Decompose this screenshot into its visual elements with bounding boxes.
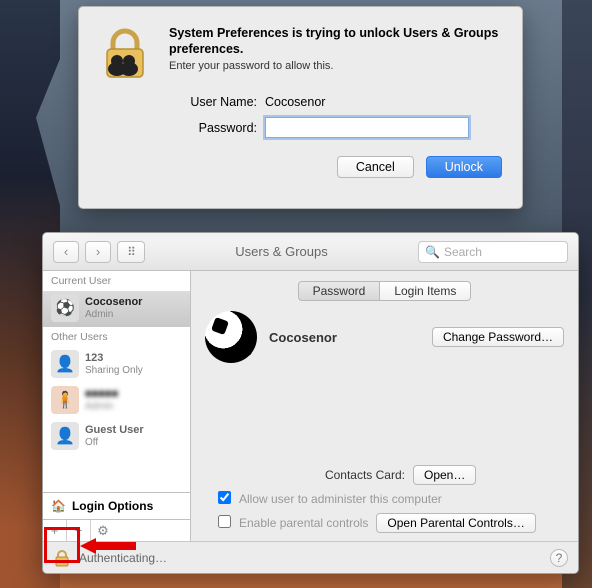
auth-subtitle: Enter your password to allow this. <box>169 60 502 72</box>
username-value: Cocosenor <box>265 95 325 109</box>
cancel-button[interactable]: Cancel <box>337 156 414 178</box>
user-role: Admin <box>85 309 142 321</box>
grid-icon: ⠿ <box>127 245 135 259</box>
annotation-arrow <box>80 536 140 556</box>
user-name: 123 <box>85 352 143 365</box>
auth-dialog: System Preferences is trying to unlock U… <box>78 6 523 209</box>
user-role: Off <box>85 437 144 449</box>
user-row-123[interactable]: 👤 123 Sharing Only <box>43 347 190 383</box>
profile-name: Cocosenor <box>269 330 337 345</box>
unlock-button[interactable]: Unlock <box>426 156 502 178</box>
other-users-header: Other Users <box>43 327 190 347</box>
password-label: Password: <box>97 121 265 135</box>
user-role: Sharing Only <box>85 365 143 377</box>
password-input[interactable] <box>265 117 469 138</box>
tab-login-items[interactable]: Login Items <box>380 281 471 301</box>
chevron-right-icon: › <box>96 244 100 259</box>
user-name: ■■■■■ <box>85 388 118 401</box>
gingerbread-icon: 🧍 <box>51 386 79 414</box>
user-row-guest[interactable]: 👤 Guest User Off <box>43 419 190 455</box>
toolbar: ‹ › ⠿ Users & Groups 🔍 Search <box>43 233 578 271</box>
forward-button[interactable]: › <box>85 241 111 263</box>
username-label: User Name: <box>97 95 265 109</box>
change-password-button[interactable]: Change Password… <box>432 327 564 347</box>
auth-title: System Preferences is trying to unlock U… <box>169 25 502 57</box>
user-row-blurred[interactable]: 🧍 ■■■■■ Admin <box>43 383 190 419</box>
back-button[interactable]: ‹ <box>53 241 79 263</box>
silhouette-icon: 👤 <box>51 350 79 378</box>
avatar-icon: ⚽ <box>51 294 79 322</box>
user-role: Admin <box>85 401 118 413</box>
user-name: Cocosenor <box>85 296 142 309</box>
tab-password[interactable]: Password <box>298 281 381 301</box>
user-row-cocosenor[interactable]: ⚽ Cocosenor Admin <box>43 291 190 327</box>
search-field[interactable]: 🔍 Search <box>418 241 568 263</box>
login-options-label: Login Options <box>72 499 153 513</box>
lock-icon <box>97 25 153 81</box>
contacts-card-label: Contacts Card: <box>205 468 405 482</box>
user-name: Guest User <box>85 424 144 437</box>
system-preferences-window: ‹ › ⠿ Users & Groups 🔍 Search Current Us… <box>42 232 579 574</box>
help-button[interactable]: ? <box>550 549 568 567</box>
soccer-ball-icon <box>205 311 257 363</box>
help-icon: ? <box>556 551 563 565</box>
open-contacts-button[interactable]: Open… <box>413 465 476 485</box>
search-placeholder: Search <box>444 245 482 259</box>
parental-checkbox-label: Enable parental controls <box>239 516 368 530</box>
admin-checkbox-label: Allow user to administer this computer <box>239 492 442 506</box>
open-parental-controls-button[interactable]: Open Parental Controls… <box>376 513 535 533</box>
house-icon: 🏠 <box>51 499 66 513</box>
search-icon: 🔍 <box>425 245 440 259</box>
annotation-box <box>44 527 80 563</box>
chevron-left-icon: ‹ <box>64 244 68 259</box>
content-pane: Password Login Items Cocosenor Change Pa… <box>191 271 578 541</box>
show-all-button[interactable]: ⠿ <box>117 241 145 263</box>
tab-bar: Password Login Items <box>205 281 564 301</box>
silhouette-icon: 👤 <box>51 422 79 450</box>
users-sidebar: Current User ⚽ Cocosenor Admin Other Use… <box>43 271 191 541</box>
parental-checkbox[interactable] <box>218 515 231 528</box>
admin-checkbox[interactable] <box>218 491 231 504</box>
window-title: Users & Groups <box>151 244 412 259</box>
login-options[interactable]: 🏠 Login Options <box>43 492 190 519</box>
current-user-header: Current User <box>43 271 190 291</box>
